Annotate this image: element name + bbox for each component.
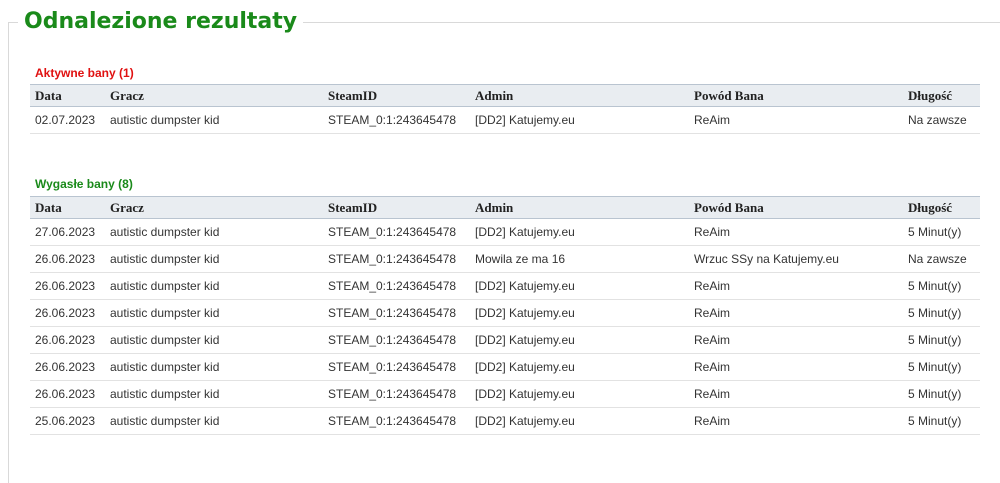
column-header-reason: Powód Bana bbox=[689, 84, 903, 107]
table-row: 26.06.2023 autistic dumpster kid STEAM_0… bbox=[30, 245, 980, 273]
cell-player: autistic dumpster kid bbox=[105, 353, 323, 381]
cell-length: 5 Minut(y) bbox=[903, 353, 980, 381]
cell-admin: [DD2] Katujemy.eu bbox=[470, 272, 689, 300]
table-row: 26.06.2023 autistic dumpster kid STEAM_0… bbox=[30, 272, 980, 300]
table-row: 26.06.2023 autistic dumpster kid STEAM_0… bbox=[30, 299, 980, 327]
cell-length: Na zawsze bbox=[903, 106, 980, 134]
cell-date: 26.06.2023 bbox=[30, 326, 105, 354]
cell-player: autistic dumpster kid bbox=[105, 272, 323, 300]
cell-length: 5 Minut(y) bbox=[903, 272, 980, 300]
cell-length: Na zawsze bbox=[903, 245, 980, 273]
cell-admin: [DD2] Katujemy.eu bbox=[470, 380, 689, 408]
cell-reason: ReAim bbox=[689, 407, 903, 435]
active-bans-table: Data Gracz SteamID Admin Powód Bana Dług… bbox=[30, 84, 980, 134]
cell-reason: Wrzuc SSy na Katujemy.eu bbox=[689, 245, 903, 273]
table-row: 25.06.2023 autistic dumpster kid STEAM_0… bbox=[30, 407, 980, 435]
cell-steamid: STEAM_0:1:243645478 bbox=[323, 380, 470, 408]
active-bans-title: Aktywne bany (1) bbox=[35, 66, 134, 80]
page-title: Odnalezione rezultaty bbox=[18, 7, 304, 37]
table-row: 27.06.2023 autistic dumpster kid STEAM_0… bbox=[30, 218, 980, 246]
cell-admin: [DD2] Katujemy.eu bbox=[470, 299, 689, 327]
column-header-admin: Admin bbox=[470, 84, 689, 107]
cell-date: 26.06.2023 bbox=[30, 299, 105, 327]
column-header-steamid: SteamID bbox=[323, 196, 470, 219]
cell-date: 26.06.2023 bbox=[30, 272, 105, 300]
column-header-admin: Admin bbox=[470, 196, 689, 219]
cell-date: 25.06.2023 bbox=[30, 407, 105, 435]
cell-admin: [DD2] Katujemy.eu bbox=[470, 407, 689, 435]
cell-reason: ReAim bbox=[689, 272, 903, 300]
cell-player: autistic dumpster kid bbox=[105, 380, 323, 408]
cell-steamid: STEAM_0:1:243645478 bbox=[323, 326, 470, 354]
cell-date: 26.06.2023 bbox=[30, 245, 105, 273]
cell-reason: ReAim bbox=[689, 106, 903, 134]
cell-steamid: STEAM_0:1:243645478 bbox=[323, 218, 470, 246]
cell-reason: ReAim bbox=[689, 353, 903, 381]
cell-reason: ReAim bbox=[689, 218, 903, 246]
cell-steamid: STEAM_0:1:243645478 bbox=[323, 299, 470, 327]
expired-bans-title: Wygasłe bany (8) bbox=[35, 177, 133, 191]
cell-player: autistic dumpster kid bbox=[105, 106, 323, 134]
column-header-reason: Powód Bana bbox=[689, 196, 903, 219]
column-header-steamid: SteamID bbox=[323, 84, 470, 107]
expired-bans-table: Data Gracz SteamID Admin Powód Bana Dług… bbox=[30, 196, 980, 435]
cell-admin: [DD2] Katujemy.eu bbox=[470, 353, 689, 381]
cell-length: 5 Minut(y) bbox=[903, 326, 980, 354]
column-header-length: Długość bbox=[903, 84, 980, 107]
table-header-row: Data Gracz SteamID Admin Powód Bana Dług… bbox=[30, 84, 980, 107]
cell-date: 02.07.2023 bbox=[30, 106, 105, 134]
cell-player: autistic dumpster kid bbox=[105, 245, 323, 273]
cell-reason: ReAim bbox=[689, 380, 903, 408]
cell-reason: ReAim bbox=[689, 326, 903, 354]
cell-steamid: STEAM_0:1:243645478 bbox=[323, 407, 470, 435]
column-header-player: Gracz bbox=[105, 196, 323, 219]
column-header-player: Gracz bbox=[105, 84, 323, 107]
cell-length: 5 Minut(y) bbox=[903, 218, 980, 246]
cell-admin: [DD2] Katujemy.eu bbox=[470, 106, 689, 134]
cell-length: 5 Minut(y) bbox=[903, 380, 980, 408]
cell-player: autistic dumpster kid bbox=[105, 407, 323, 435]
cell-reason: ReAim bbox=[689, 299, 903, 327]
table-row: 26.06.2023 autistic dumpster kid STEAM_0… bbox=[30, 380, 980, 408]
cell-admin: [DD2] Katujemy.eu bbox=[470, 326, 689, 354]
cell-player: autistic dumpster kid bbox=[105, 326, 323, 354]
cell-length: 5 Minut(y) bbox=[903, 299, 980, 327]
cell-steamid: STEAM_0:1:243645478 bbox=[323, 353, 470, 381]
cell-steamid: STEAM_0:1:243645478 bbox=[323, 272, 470, 300]
cell-player: autistic dumpster kid bbox=[105, 218, 323, 246]
cell-steamid: STEAM_0:1:243645478 bbox=[323, 245, 470, 273]
table-row: 02.07.2023 autistic dumpster kid STEAM_0… bbox=[30, 106, 980, 134]
cell-admin: [DD2] Katujemy.eu bbox=[470, 218, 689, 246]
cell-date: 26.06.2023 bbox=[30, 353, 105, 381]
column-header-length: Długość bbox=[903, 196, 980, 219]
cell-steamid: STEAM_0:1:243645478 bbox=[323, 106, 470, 134]
cell-length: 5 Minut(y) bbox=[903, 407, 980, 435]
cell-player: autistic dumpster kid bbox=[105, 299, 323, 327]
table-row: 26.06.2023 autistic dumpster kid STEAM_0… bbox=[30, 353, 980, 381]
cell-date: 26.06.2023 bbox=[30, 380, 105, 408]
table-header-row: Data Gracz SteamID Admin Powód Bana Dług… bbox=[30, 196, 980, 219]
column-header-date: Data bbox=[30, 196, 105, 219]
column-header-date: Data bbox=[30, 84, 105, 107]
cell-date: 27.06.2023 bbox=[30, 218, 105, 246]
cell-admin: Mowila ze ma 16 bbox=[470, 245, 689, 273]
table-row: 26.06.2023 autistic dumpster kid STEAM_0… bbox=[30, 326, 980, 354]
